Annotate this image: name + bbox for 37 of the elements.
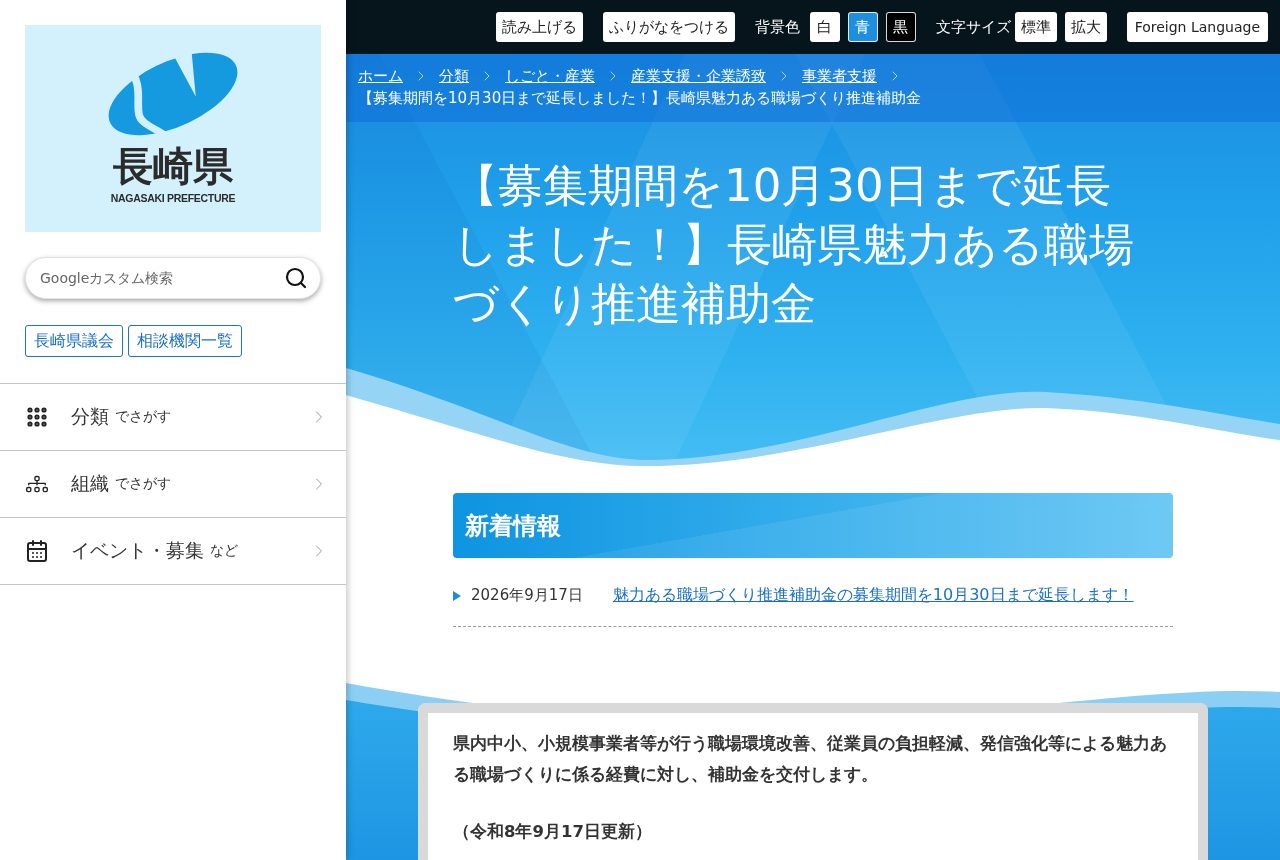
- dot-grid-icon: [25, 405, 49, 429]
- org-chart-icon: [26, 473, 48, 495]
- search-field[interactable]: Googleカスタム検索: [25, 257, 321, 299]
- logo-panel[interactable]: 長崎県 NAGASAKI PREFECTURE: [25, 25, 321, 232]
- breadcrumb-link[interactable]: 分類: [439, 65, 469, 87]
- breadcrumb-link[interactable]: 事業者支援: [802, 65, 877, 87]
- news-date: 2026年9月17日: [471, 586, 583, 605]
- page-title: 【募集期間を10月30日まで延長しました！】長崎県魅力ある職場づくり推進補助金: [453, 158, 1135, 332]
- news-link[interactable]: 魅力ある職場づくり推進補助金の募集期間を10月30日まで延長します！: [612, 585, 1134, 606]
- background-color-label: 背景色: [754, 17, 800, 37]
- toolbar-button[interactable]: 読み上げる: [495, 12, 583, 42]
- breadcrumb-link[interactable]: しごと・産業: [505, 65, 595, 87]
- quick-link-button[interactable]: 長崎県議会: [25, 325, 123, 357]
- body-paragraph: 県内中小、小規模事業者等が行う職場環境改善、従業員の負担軽減、発信強化等による魅力ある職場づくりに係る経費に対し、補助金を交付します。: [453, 733, 1168, 786]
- search-button[interactable]: [284, 266, 308, 290]
- quick-link-button[interactable]: 相談機関一覧: [128, 325, 242, 357]
- text-size-button[interactable]: 拡大: [1064, 12, 1107, 42]
- logo-icon: [108, 52, 238, 136]
- nav-item[interactable]: 組織 でさがす: [0, 451, 346, 518]
- triangle-bullet-icon: [453, 590, 461, 601]
- update-note: （令和8年9月17日更新）: [453, 821, 653, 843]
- logo-subtitle: NAGASAKI PREFECTURE: [110, 192, 236, 204]
- text-size-label: 文字サイズ: [935, 17, 1011, 37]
- breadcrumb-current: 【募集期間を10月30日まで延長しました！】長崎県魅力ある職場づくり推進補助金: [358, 88, 922, 109]
- color-option-button[interactable]: 白: [809, 12, 840, 42]
- color-option-button[interactable]: 黒: [885, 12, 916, 42]
- language-button[interactable]: Foreign Language: [1126, 12, 1268, 42]
- logo-name: 長崎県: [113, 144, 233, 188]
- breadcrumb-link[interactable]: 産業支援・企業誘致: [631, 65, 766, 87]
- section-heading: 新着情報: [453, 493, 1173, 558]
- toolbar-button[interactable]: ふりがなをつける: [602, 12, 735, 42]
- nav-item[interactable]: イベント・募集 など: [0, 518, 346, 585]
- calendar-icon: [25, 539, 49, 563]
- breadcrumb-link[interactable]: ホーム: [358, 65, 403, 87]
- text-size-button[interactable]: 標準: [1014, 12, 1057, 42]
- search-icon: [284, 266, 308, 290]
- nav-item[interactable]: 分類 でさがす: [0, 384, 346, 451]
